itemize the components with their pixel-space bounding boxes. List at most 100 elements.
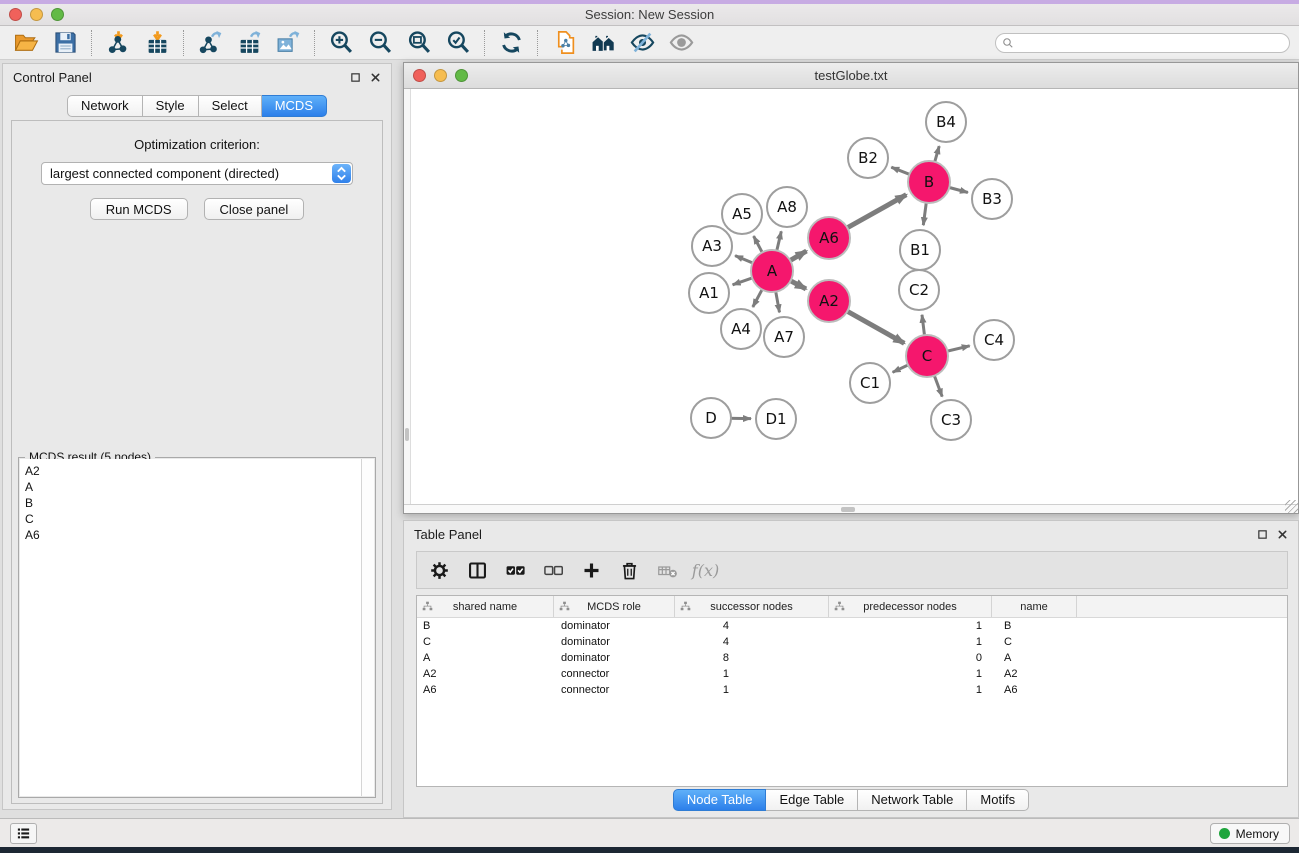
- close-panel-icon[interactable]: [370, 72, 381, 83]
- network-canvas[interactable]: B4B2BB3A8A5A6A3B1AC2A1A2A4A7C4CC1DD1C3: [404, 89, 1298, 513]
- table-cell[interactable]: B: [417, 618, 554, 634]
- node-C2[interactable]: C2: [899, 270, 939, 310]
- node-C3[interactable]: C3: [931, 400, 971, 440]
- table-cell[interactable]: connector: [554, 682, 675, 698]
- node-A[interactable]: A: [751, 250, 793, 292]
- node-D1[interactable]: D1: [756, 399, 796, 439]
- tab-motifs[interactable]: Motifs: [967, 789, 1029, 811]
- mcds-result-item[interactable]: B: [25, 495, 361, 511]
- table-cell[interactable]: 8: [675, 650, 829, 666]
- tab-network[interactable]: Network: [67, 95, 143, 117]
- show-graphics-details-button[interactable]: [627, 29, 657, 57]
- table-row[interactable]: A6connector11A6: [417, 682, 1287, 698]
- table-cell[interactable]: A6: [417, 682, 554, 698]
- node-B3[interactable]: B3: [972, 179, 1012, 219]
- float-panel-icon[interactable]: [1257, 529, 1268, 540]
- export-network-button[interactable]: [195, 29, 225, 57]
- table-row[interactable]: Cdominator41C: [417, 634, 1287, 650]
- memory-button[interactable]: Memory: [1210, 823, 1290, 844]
- tab-network-table[interactable]: Network Table: [858, 789, 967, 811]
- node-A4[interactable]: A4: [721, 309, 761, 349]
- node-C4[interactable]: C4: [974, 320, 1014, 360]
- node-D[interactable]: D: [691, 398, 731, 438]
- table-settings-button[interactable]: [427, 557, 452, 583]
- tab-mcds[interactable]: MCDS: [262, 95, 327, 117]
- new-network-from-selection-button[interactable]: [549, 29, 579, 57]
- add-row-button[interactable]: [579, 557, 604, 583]
- select-all-button[interactable]: [503, 557, 528, 583]
- search-box[interactable]: [995, 33, 1290, 53]
- import-table-button[interactable]: [142, 29, 172, 57]
- table-cell[interactable]: C: [417, 634, 554, 650]
- column-header-name[interactable]: name: [992, 596, 1077, 617]
- table-cell[interactable]: connector: [554, 666, 675, 682]
- apply-layout-button[interactable]: [496, 29, 526, 57]
- table-cell[interactable]: 1: [829, 682, 992, 698]
- canvas-horizontal-scrollbar[interactable]: [404, 504, 1298, 513]
- table-cell[interactable]: 1: [829, 618, 992, 634]
- table-cell[interactable]: A2: [992, 666, 1077, 682]
- node-B2[interactable]: B2: [848, 138, 888, 178]
- open-session-button[interactable]: [11, 29, 41, 57]
- search-input[interactable]: [1018, 36, 1283, 50]
- table-cell[interactable]: 1: [829, 634, 992, 650]
- table-cell[interactable]: dominator: [554, 650, 675, 666]
- node-C[interactable]: C: [906, 335, 948, 377]
- node-C1[interactable]: C1: [850, 363, 890, 403]
- node-A3[interactable]: A3: [692, 226, 732, 266]
- table-cell[interactable]: C: [992, 634, 1077, 650]
- vscroll-thumb[interactable]: [405, 428, 409, 441]
- close-panel-icon[interactable]: [1277, 529, 1288, 540]
- table-cell[interactable]: B: [992, 618, 1077, 634]
- hscroll-thumb[interactable]: [841, 507, 855, 512]
- float-panel-icon[interactable]: [350, 72, 361, 83]
- save-session-button[interactable]: [50, 29, 80, 57]
- close-panel-button[interactable]: Close panel: [204, 198, 305, 220]
- zoom-in-button[interactable]: [326, 29, 356, 57]
- deselect-all-button[interactable]: [541, 557, 566, 583]
- column-header-successor-nodes[interactable]: successor nodes: [675, 596, 829, 617]
- table-cell[interactable]: 4: [675, 634, 829, 650]
- tab-node-table[interactable]: Node Table: [673, 789, 767, 811]
- node-A2[interactable]: A2: [808, 280, 850, 322]
- export-image-button[interactable]: [273, 29, 303, 57]
- node-B[interactable]: B: [908, 161, 950, 203]
- window-resize-grip[interactable]: [1285, 500, 1298, 513]
- table-row[interactable]: Adominator80A: [417, 650, 1287, 666]
- column-header-MCDS-role[interactable]: MCDS role: [554, 596, 675, 617]
- canvas-vertical-scrollbar[interactable]: [404, 89, 411, 504]
- table-cell[interactable]: 1: [829, 666, 992, 682]
- node-A8[interactable]: A8: [767, 187, 807, 227]
- node-A1[interactable]: A1: [689, 273, 729, 313]
- node-A6[interactable]: A6: [808, 217, 850, 259]
- export-table-button[interactable]: [234, 29, 264, 57]
- node-B1[interactable]: B1: [900, 230, 940, 270]
- birds-eye-view-button[interactable]: [666, 29, 696, 57]
- tab-select[interactable]: Select: [199, 95, 262, 117]
- table-cell[interactable]: A2: [417, 666, 554, 682]
- zoom-fit-button[interactable]: [404, 29, 434, 57]
- node-A7[interactable]: A7: [764, 317, 804, 357]
- optimization-criterion-select[interactable]: largest connected component (directed): [41, 162, 353, 185]
- table-cell[interactable]: A: [417, 650, 554, 666]
- delete-row-button[interactable]: [617, 557, 642, 583]
- table-cell[interactable]: A: [992, 650, 1077, 666]
- mcds-result-item[interactable]: A2: [25, 463, 361, 479]
- split-table-button[interactable]: [465, 557, 490, 583]
- column-header-predecessor-nodes[interactable]: predecessor nodes: [829, 596, 992, 617]
- table-cell[interactable]: 1: [675, 666, 829, 682]
- task-history-button[interactable]: [10, 823, 37, 844]
- import-network-button[interactable]: [103, 29, 133, 57]
- table-cell[interactable]: dominator: [554, 618, 675, 634]
- network-overview-button[interactable]: [588, 29, 618, 57]
- mcds-result-item[interactable]: A: [25, 479, 361, 495]
- table-cell[interactable]: 0: [829, 650, 992, 666]
- table-cell[interactable]: A6: [992, 682, 1077, 698]
- run-mcds-button[interactable]: Run MCDS: [90, 198, 188, 220]
- zoom-out-button[interactable]: [365, 29, 395, 57]
- table-cell[interactable]: 4: [675, 618, 829, 634]
- result-scrollbar[interactable]: [361, 459, 374, 796]
- node-A5[interactable]: A5: [722, 194, 762, 234]
- mcds-result-item[interactable]: A6: [25, 527, 361, 543]
- table-cell[interactable]: dominator: [554, 634, 675, 650]
